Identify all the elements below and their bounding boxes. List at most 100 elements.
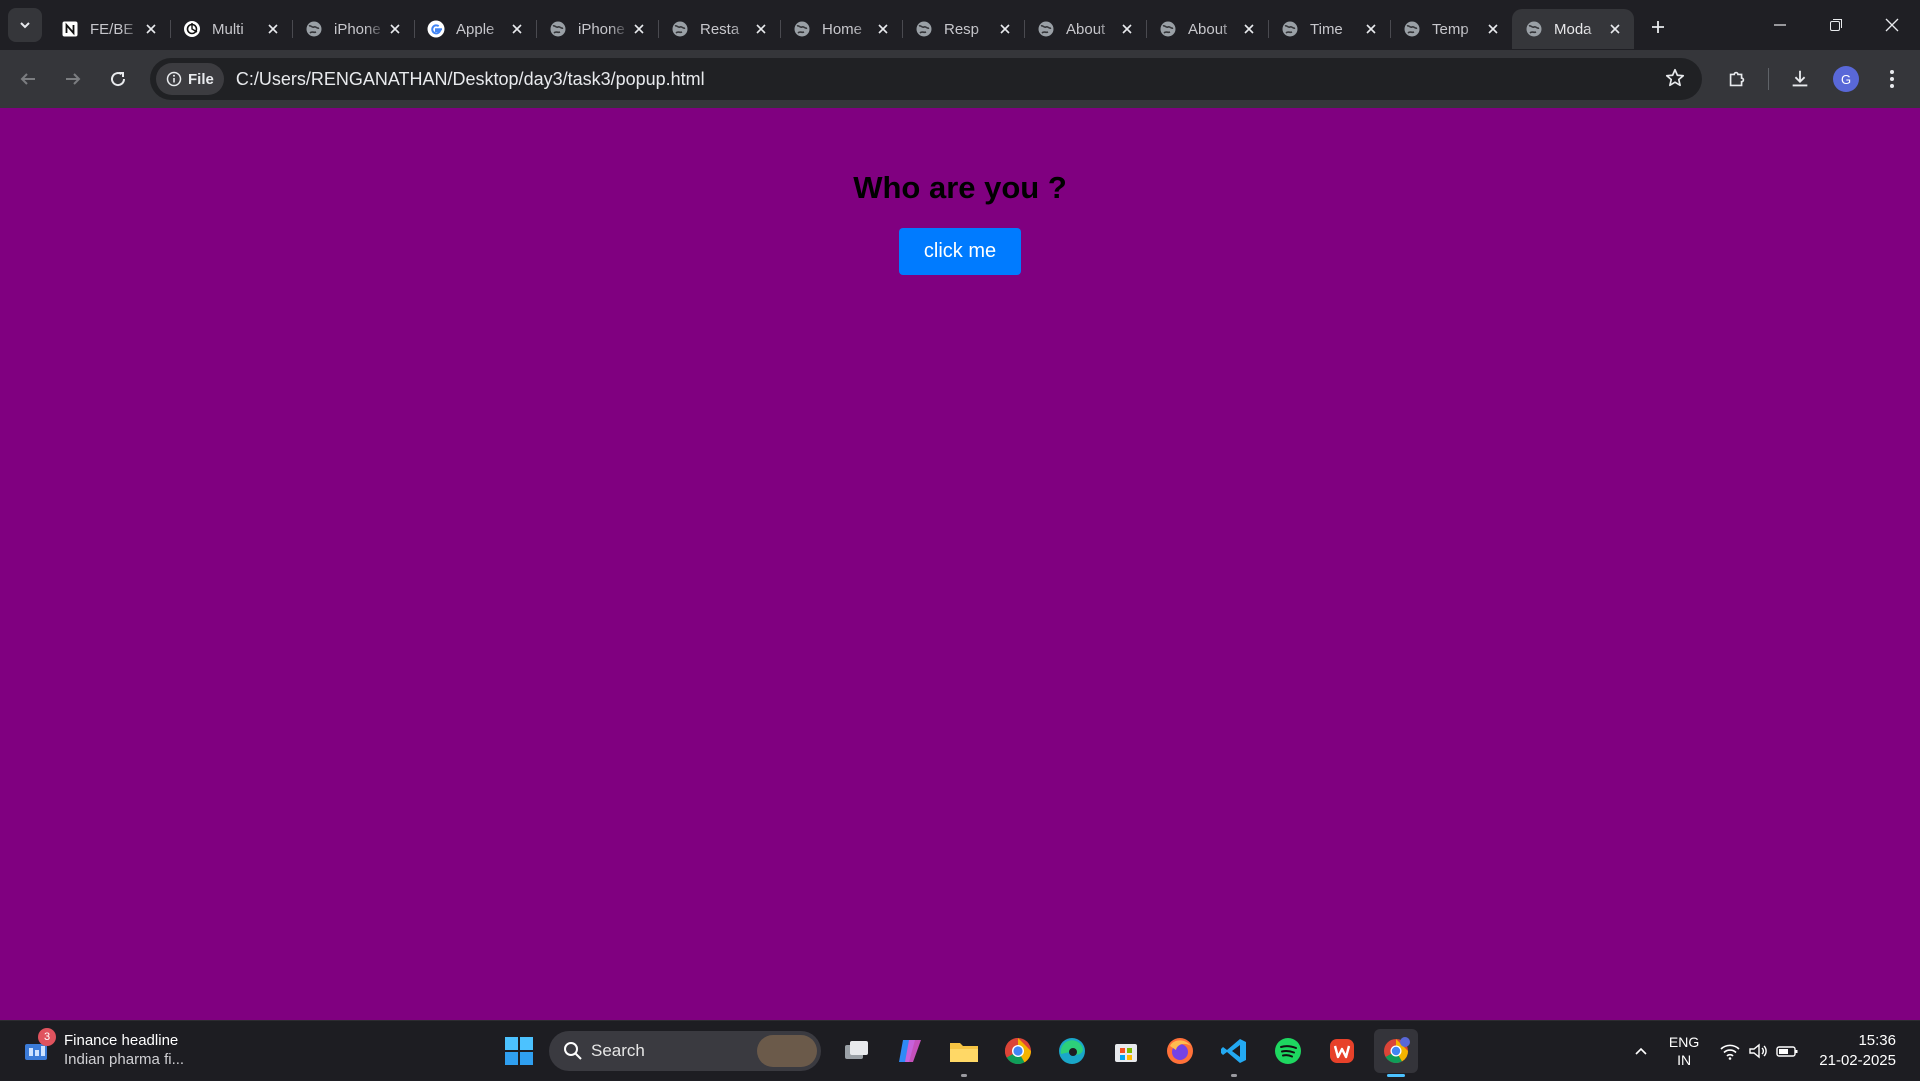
bookmark-button[interactable]: [1664, 67, 1686, 94]
avatar: G: [1833, 66, 1859, 92]
chevron-up-icon: [1635, 1047, 1647, 1055]
close-tab-icon[interactable]: [1484, 20, 1502, 38]
google-icon: [426, 19, 446, 39]
vscode-icon: [1221, 1039, 1246, 1063]
windows-logo-icon: [505, 1037, 533, 1065]
spotify-button[interactable]: [1266, 1029, 1310, 1073]
minimize-button[interactable]: [1752, 0, 1808, 50]
close-window-button[interactable]: [1864, 0, 1920, 50]
taskbar-search[interactable]: Search: [549, 1031, 821, 1071]
browser-tab[interactable]: Time: [1268, 9, 1390, 49]
page-heading: Who are you ?: [853, 170, 1067, 205]
tab-title: Apple: [456, 20, 495, 38]
spotify-icon: [1275, 1038, 1301, 1064]
tab-title: iPhone: [578, 20, 625, 38]
browser-tab[interactable]: Resp: [902, 9, 1024, 49]
reload-button[interactable]: [98, 59, 138, 99]
browser-tab[interactable]: About: [1146, 9, 1268, 49]
tab-strip: FE/BE Multi iPhone Apple iPhone Resta Home Resp…: [0, 0, 1920, 50]
profile-button[interactable]: G: [1826, 59, 1866, 99]
show-hidden-icons-button[interactable]: [1633, 1043, 1649, 1059]
chrome-button[interactable]: [996, 1029, 1040, 1073]
window-controls: [1752, 0, 1920, 50]
news-widget[interactable]: 3 Finance headline Indian pharma fi...: [22, 1028, 185, 1069]
close-tab-icon[interactable]: [1606, 20, 1624, 38]
url-text[interactable]: C:/Users/RENGANATHAN/Desktop/day3/task3/…: [236, 69, 705, 90]
globe-icon: [670, 19, 690, 39]
tab-title: About: [1066, 20, 1106, 38]
plus-icon: [1652, 21, 1664, 33]
chatgpt-icon: [182, 19, 202, 39]
file-explorer-button[interactable]: [942, 1029, 986, 1077]
tab-title: Home: [822, 20, 863, 38]
restore-icon: [1830, 19, 1842, 31]
store-button[interactable]: [1104, 1029, 1148, 1073]
click-me-button[interactable]: click me: [899, 228, 1021, 275]
close-tab-icon[interactable]: [752, 20, 770, 38]
close-tab-icon[interactable]: [142, 20, 160, 38]
close-tab-icon[interactable]: [1118, 20, 1136, 38]
widget-subtitle: Indian pharma fi...: [64, 1051, 185, 1068]
globe-icon: [1280, 19, 1300, 39]
system-tray: ENG IN 15:36 21-02-2025: [1627, 1021, 1920, 1081]
copilot-icon: [899, 1040, 921, 1062]
browser-tab[interactable]: Moda: [1512, 9, 1634, 49]
new-tab-button[interactable]: [1640, 9, 1676, 45]
chrome-profile-icon: [1384, 1037, 1410, 1064]
globe-icon: [304, 19, 324, 39]
copilot-button[interactable]: [888, 1029, 932, 1073]
globe-icon: [914, 19, 934, 39]
forward-button[interactable]: [53, 59, 93, 99]
active-indicator: [1387, 1074, 1405, 1077]
taskbar-apps: Search: [497, 1029, 1423, 1077]
notion-icon: [60, 19, 80, 39]
tab-search-button[interactable]: [8, 8, 42, 42]
browser-tab[interactable]: FE/BE: [48, 9, 170, 49]
firefox-icon: [1167, 1038, 1193, 1064]
clock[interactable]: 15:36 21-02-2025: [1819, 1031, 1896, 1071]
browser-tab[interactable]: iPhone: [536, 9, 658, 49]
widget-title: Finance headline: [64, 1032, 179, 1049]
browser-tab[interactable]: Resta: [658, 9, 780, 49]
running-indicator: [1231, 1074, 1237, 1077]
close-tab-icon[interactable]: [874, 20, 892, 38]
close-tab-icon[interactable]: [264, 20, 282, 38]
back-button[interactable]: [8, 59, 48, 99]
close-tab-icon[interactable]: [1240, 20, 1258, 38]
extensions-button[interactable]: [1717, 59, 1757, 99]
menu-button[interactable]: [1872, 59, 1912, 99]
globe-icon: [1524, 19, 1544, 39]
edge-icon: [1059, 1038, 1085, 1064]
site-info-chip[interactable]: File: [156, 63, 224, 95]
browser-tab[interactable]: About: [1024, 9, 1146, 49]
download-icon: [1792, 70, 1808, 87]
tab-title: iPhone: [334, 20, 381, 38]
browser-tab[interactable]: Multi: [170, 9, 292, 49]
browser-tab[interactable]: Temp: [1390, 9, 1512, 49]
task-view-button[interactable]: [834, 1029, 878, 1073]
folder-icon: [950, 1043, 978, 1062]
wps-button[interactable]: [1320, 1029, 1364, 1073]
edge-button[interactable]: [1050, 1029, 1094, 1073]
globe-icon: [548, 19, 568, 39]
chrome-profile-button[interactable]: [1374, 1029, 1418, 1077]
browser-tab[interactable]: iPhone: [292, 9, 414, 49]
downloads-button[interactable]: [1780, 59, 1820, 99]
globe-icon: [1402, 19, 1422, 39]
address-bar[interactable]: File C:/Users/RENGANATHAN/Desktop/day3/t…: [150, 58, 1702, 100]
network-volume-battery[interactable]: [1719, 1042, 1799, 1060]
close-tab-icon[interactable]: [386, 20, 404, 38]
start-button[interactable]: [497, 1029, 541, 1073]
close-tab-icon[interactable]: [1362, 20, 1380, 38]
close-tab-icon[interactable]: [996, 20, 1014, 38]
chrome-icon: [1004, 1037, 1032, 1065]
browser-tab[interactable]: Home: [780, 9, 902, 49]
close-tab-icon[interactable]: [630, 20, 648, 38]
vscode-button[interactable]: [1212, 1029, 1256, 1077]
firefox-button[interactable]: [1158, 1029, 1202, 1073]
browser-tab[interactable]: Apple: [414, 9, 536, 49]
globe-icon: [1036, 19, 1056, 39]
restore-button[interactable]: [1808, 0, 1864, 50]
language-indicator[interactable]: ENG IN: [1669, 1033, 1699, 1069]
close-tab-icon[interactable]: [508, 20, 526, 38]
